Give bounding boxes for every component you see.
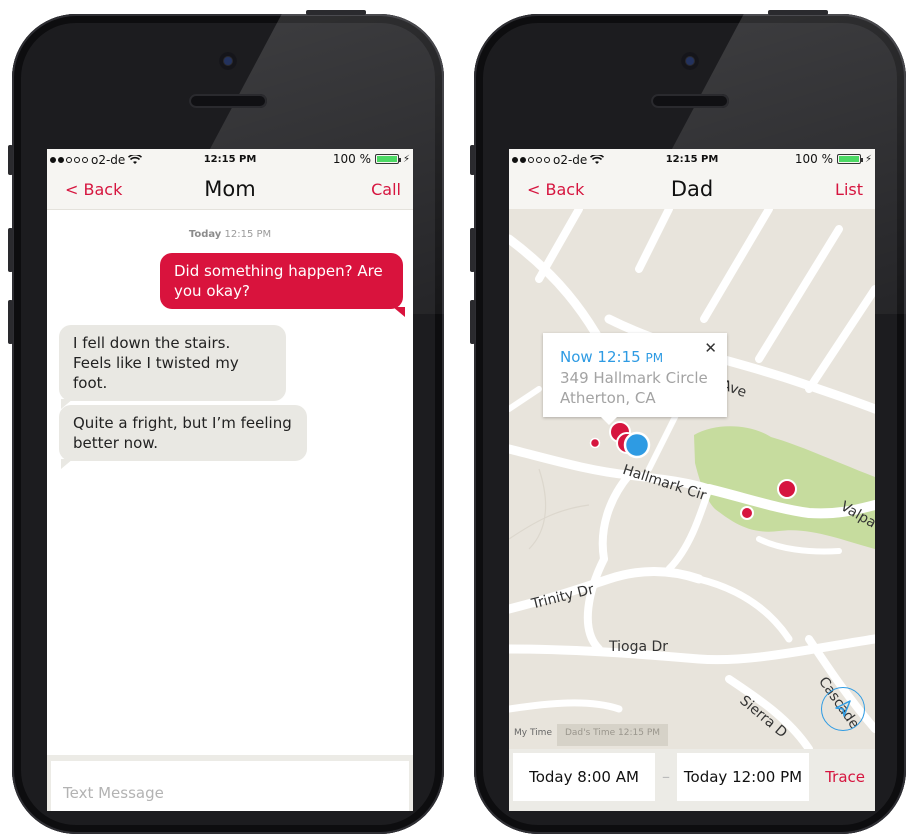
callout-address-line1: 349 Hallmark Circle	[560, 369, 708, 387]
volume-up-button	[8, 228, 13, 272]
callout-address-line2: Atherton, CA	[560, 389, 656, 407]
message-input[interactable]	[51, 761, 409, 811]
location-marker	[740, 506, 754, 520]
message-bubble-incoming[interactable]: Quite a fright, but I’m feeling better n…	[59, 405, 307, 469]
right-phone: o2-de 12:15 PM 100 % ⚡ < Back Dad List A…	[474, 14, 906, 834]
start-time-picker[interactable]: Today 8:00 AM	[513, 753, 655, 801]
current-location-marker	[623, 431, 651, 459]
volume-up-button	[470, 228, 475, 272]
location-map[interactable]: Ave Hallmark Cir Valpa Trinity Dr Tioga …	[509, 209, 875, 749]
charging-icon: ⚡	[864, 153, 872, 165]
message-bubble-outgoing[interactable]: Did something happen? Are you okay?	[160, 253, 405, 317]
callout-time: Now 12:15 PM	[560, 348, 664, 366]
mute-switch	[470, 145, 475, 175]
trace-button[interactable]: Trace	[825, 753, 865, 801]
callout-pointer	[599, 415, 619, 425]
location-callout[interactable]: ✕ Now 12:15 PM 349 Hallmark Circle Ather…	[543, 333, 727, 417]
list-button[interactable]: List	[835, 180, 863, 199]
charging-icon: ⚡	[402, 153, 410, 165]
front-camera	[681, 52, 699, 70]
navigation-arrow-icon	[835, 700, 851, 717]
end-time-picker[interactable]: Today 12:00 PM	[677, 753, 809, 801]
contact-title: Dad	[670, 177, 714, 201]
power-button	[306, 10, 366, 15]
time-zone-tabs: My Time Dad's Time 12:15 PM	[509, 724, 669, 746]
navigation-bar: < Back Mom Call	[47, 171, 413, 210]
battery-percent: 100 %	[332, 152, 371, 166]
locate-button[interactable]	[821, 687, 865, 731]
map-tiles	[509, 209, 875, 749]
left-phone: o2-de 12:15 PM 100 % ⚡ < Back Mom Call T…	[12, 14, 444, 834]
status-bar: o2-de 12:15 PM 100 % ⚡	[47, 149, 413, 171]
power-button	[768, 10, 828, 15]
street-label: Tioga Dr	[609, 639, 669, 655]
location-marker	[589, 437, 601, 449]
messages-screen: o2-de 12:15 PM 100 % ⚡ < Back Mom Call T…	[47, 149, 413, 811]
battery-icon	[374, 154, 401, 164]
battery-percent: 100 %	[794, 152, 833, 166]
volume-down-button	[470, 300, 475, 344]
earpiece-speaker	[189, 94, 267, 108]
message-composer	[47, 755, 413, 811]
time-range-bar: Today 8:00 AM – Today 12:00 PM Trace	[509, 749, 875, 811]
earpiece-speaker	[651, 94, 729, 108]
location-marker	[777, 479, 797, 499]
mute-switch	[8, 145, 13, 175]
navigation-bar: < Back Dad List	[509, 171, 875, 210]
map-screen: o2-de 12:15 PM 100 % ⚡ < Back Dad List A…	[509, 149, 875, 811]
range-separator: –	[662, 767, 670, 786]
status-bar: o2-de 12:15 PM 100 % ⚡	[509, 149, 875, 171]
tab-my-time[interactable]: My Time	[509, 724, 557, 746]
close-icon[interactable]: ✕	[704, 339, 717, 357]
contact-title: Mom	[204, 177, 256, 201]
thread-timestamp: Today 12:15 PM	[188, 229, 272, 240]
message-bubble-incoming[interactable]: I fell down the stairs. Feels like I twi…	[59, 325, 286, 409]
volume-down-button	[8, 300, 13, 344]
front-camera	[219, 52, 237, 70]
tab-dads-time[interactable]: Dad's Time 12:15 PM	[556, 724, 669, 746]
call-button[interactable]: Call	[371, 180, 401, 199]
battery-icon	[836, 154, 863, 164]
